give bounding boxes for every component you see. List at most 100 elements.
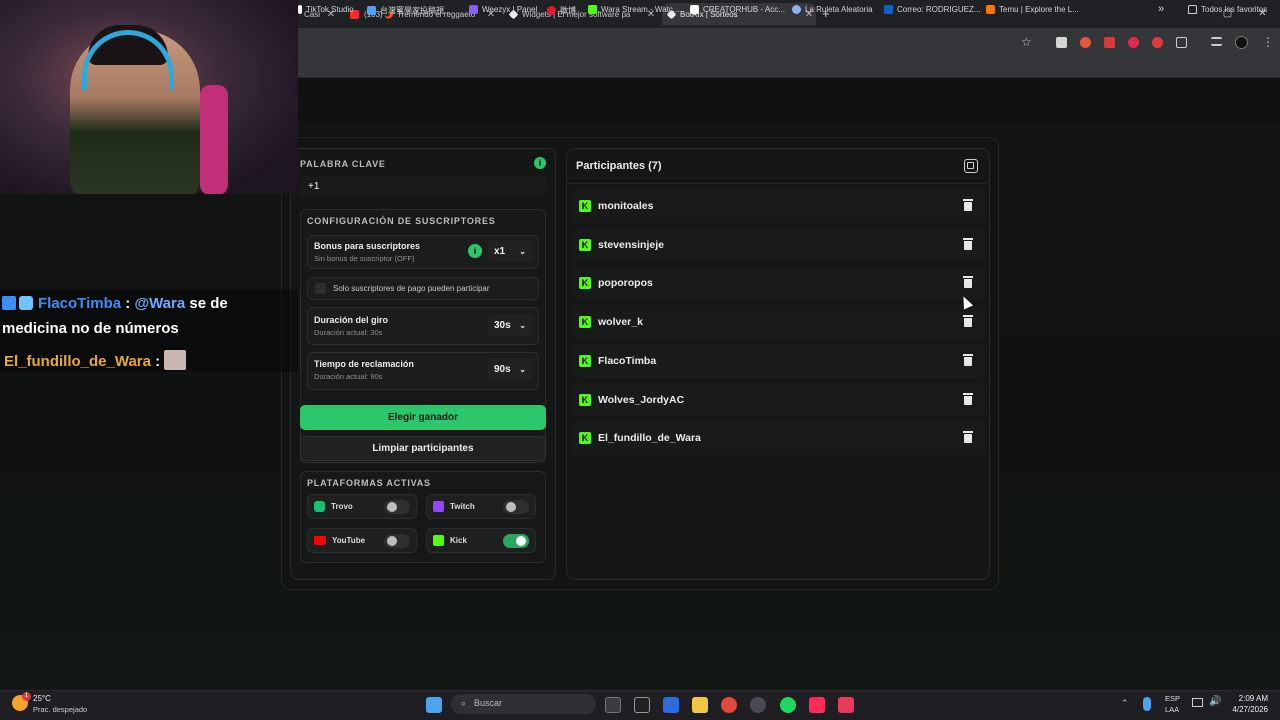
subs-section-title: CONFIGURACIÓN DE SUSCRIPTORES	[307, 216, 496, 226]
app-v-icon[interactable]	[663, 697, 679, 713]
kick-icon: K	[579, 316, 591, 329]
bonus-multiplier-select[interactable]: x1 ⌄	[488, 240, 532, 262]
network-icon[interactable]	[1192, 698, 1203, 707]
kick-icon: K	[579, 200, 591, 212]
reading-list-icon[interactable]	[1211, 37, 1222, 46]
trash-icon[interactable]	[963, 237, 973, 250]
claim-time-subtitle: Duración actual: 90s	[314, 372, 383, 381]
extensions-puzzle-icon[interactable]	[1176, 37, 1187, 48]
search-icon: ⌕	[461, 698, 467, 708]
kick-icon: K	[579, 432, 591, 445]
youtube-toggle[interactable]	[384, 534, 410, 548]
weather-desc: Prac. despejado	[33, 705, 88, 714]
trash-icon[interactable]	[963, 276, 973, 289]
claim-time-select[interactable]: 90s ⌄	[488, 358, 532, 380]
clock-time[interactable]: 2:09 AM	[1238, 694, 1268, 703]
spotify-icon[interactable]	[780, 697, 796, 713]
language-bottom[interactable]: LAA	[1165, 705, 1179, 714]
profile-avatar[interactable]	[1235, 36, 1248, 49]
kick-icon	[433, 535, 444, 546]
participant-row: K FlacoTimba	[573, 343, 985, 378]
youtube-icon	[314, 536, 326, 545]
bookmark-item[interactable]: Correo: RODRIGUEZ...	[884, 5, 981, 14]
divider	[567, 183, 989, 184]
language-top[interactable]: ESP	[1165, 694, 1180, 703]
participant-row: Kmonitoales	[573, 189, 985, 223]
menu-kebab-icon[interactable]: ⋮	[1262, 35, 1274, 49]
kick-icon	[588, 5, 597, 14]
participant-name: stevensinjeje	[598, 238, 664, 251]
bookmark-item[interactable]: La Ruleta Aleatoria	[792, 5, 873, 14]
emote-image	[164, 350, 187, 370]
platforms-title: PLATAFORMAS ACTIVAS	[307, 478, 431, 488]
participant-name: wolver_k	[598, 316, 643, 329]
trash-icon[interactable]	[963, 392, 973, 405]
info-icon[interactable]: i	[468, 244, 482, 258]
extension-doc-icon[interactable]	[1056, 37, 1067, 48]
tv-icon	[367, 6, 376, 15]
bookmark-item[interactable]: 台灣蜜學家投稿視...	[367, 5, 451, 16]
paid-only-checkbox[interactable]	[315, 283, 326, 294]
participant-row: K El_fundillo_de_Wara	[573, 421, 985, 456]
bookmarks-more-button[interactable]: »	[1158, 3, 1164, 15]
webcam-overlay	[0, 0, 298, 194]
extension-red-icon[interactable]	[1104, 37, 1115, 48]
bonus-title: Bonus para suscriptores	[314, 241, 421, 251]
participant-name: FlacoTimba	[598, 354, 657, 367]
bonus-subtitle: Sin bonus de suscriptor (OFF)	[314, 254, 415, 263]
kick-toggle[interactable]	[503, 534, 529, 548]
keyword-input[interactable]: +1	[300, 176, 546, 198]
clear-participants-button[interactable]: Limpiar participantes	[300, 436, 546, 461]
bookmark-item[interactable]: Temu | Explore the L...	[986, 5, 1079, 14]
chrome-icon[interactable]	[721, 697, 737, 713]
temu-icon	[986, 5, 995, 14]
taskbar-search[interactable]: ⌕ Buscar	[451, 694, 596, 714]
extension-fire-icon[interactable]	[1080, 37, 1091, 48]
kick-icon: K	[579, 354, 591, 367]
app-live-icon[interactable]	[838, 697, 854, 713]
weather-badge: 1	[22, 692, 31, 701]
clock-date[interactable]: 4/27/2026	[1226, 705, 1268, 714]
trash-icon[interactable]	[963, 315, 973, 328]
platform-twitch: Twitch	[426, 494, 536, 519]
weibo-icon	[547, 6, 556, 15]
bookmark-item[interactable]: Weezyx | Panel	[469, 5, 537, 14]
microphone-icon[interactable]	[1143, 697, 1151, 711]
trash-icon[interactable]	[963, 431, 973, 444]
extension-pin-icon[interactable]	[1152, 37, 1163, 48]
app-m-icon[interactable]	[634, 697, 650, 713]
all-bookmarks-button[interactable]: Todos los favoritos	[1188, 5, 1267, 14]
participants-title: Participantes (7)	[576, 160, 662, 172]
bookmark-item[interactable]: 微博	[547, 5, 576, 16]
chat-message-continued: medicina no de números	[2, 320, 179, 337]
twitch-toggle[interactable]	[503, 500, 529, 514]
tray-chevron-icon[interactable]: ⌃	[1121, 698, 1129, 709]
file-explorer-icon[interactable]	[692, 697, 708, 713]
app-icon[interactable]	[750, 697, 766, 713]
trovo-toggle[interactable]	[384, 500, 410, 514]
kick-icon: K	[579, 238, 591, 251]
task-view-icon[interactable]	[605, 697, 621, 713]
participant-name: poporopos	[598, 277, 653, 290]
tiktok-icon	[298, 5, 302, 14]
extension-record-icon[interactable]	[1128, 37, 1139, 48]
volume-icon[interactable]: 🔊	[1209, 696, 1221, 707]
star-icon[interactable]: ☆	[1021, 35, 1032, 49]
bookmark-item[interactable]: CREATORHUB - Acc...	[690, 5, 785, 14]
trash-icon[interactable]	[963, 199, 973, 211]
platform-youtube: YouTube	[307, 528, 417, 553]
pick-winner-button[interactable]: Elegir ganador	[300, 405, 546, 430]
windows-start-icon[interactable]	[426, 697, 442, 713]
spin-duration-select[interactable]: 30s ⌄	[488, 314, 532, 336]
platform-kick: Kick	[426, 528, 536, 553]
bookmark-item[interactable]: TikTok Studio	[298, 5, 354, 14]
copy-icon[interactable]	[964, 159, 978, 173]
trash-icon[interactable]	[963, 353, 973, 366]
claim-time-title: Tiempo de reclamación	[314, 359, 414, 369]
folder-icon	[1188, 5, 1197, 14]
info-icon[interactable]: i	[534, 157, 546, 169]
bookmark-item[interactable]: Wara Stream - Watc...	[588, 5, 680, 14]
chat-message: El_fundillo_de_Wara :	[4, 350, 187, 370]
outlook-icon	[884, 5, 893, 14]
tiktok-icon[interactable]	[809, 697, 825, 713]
